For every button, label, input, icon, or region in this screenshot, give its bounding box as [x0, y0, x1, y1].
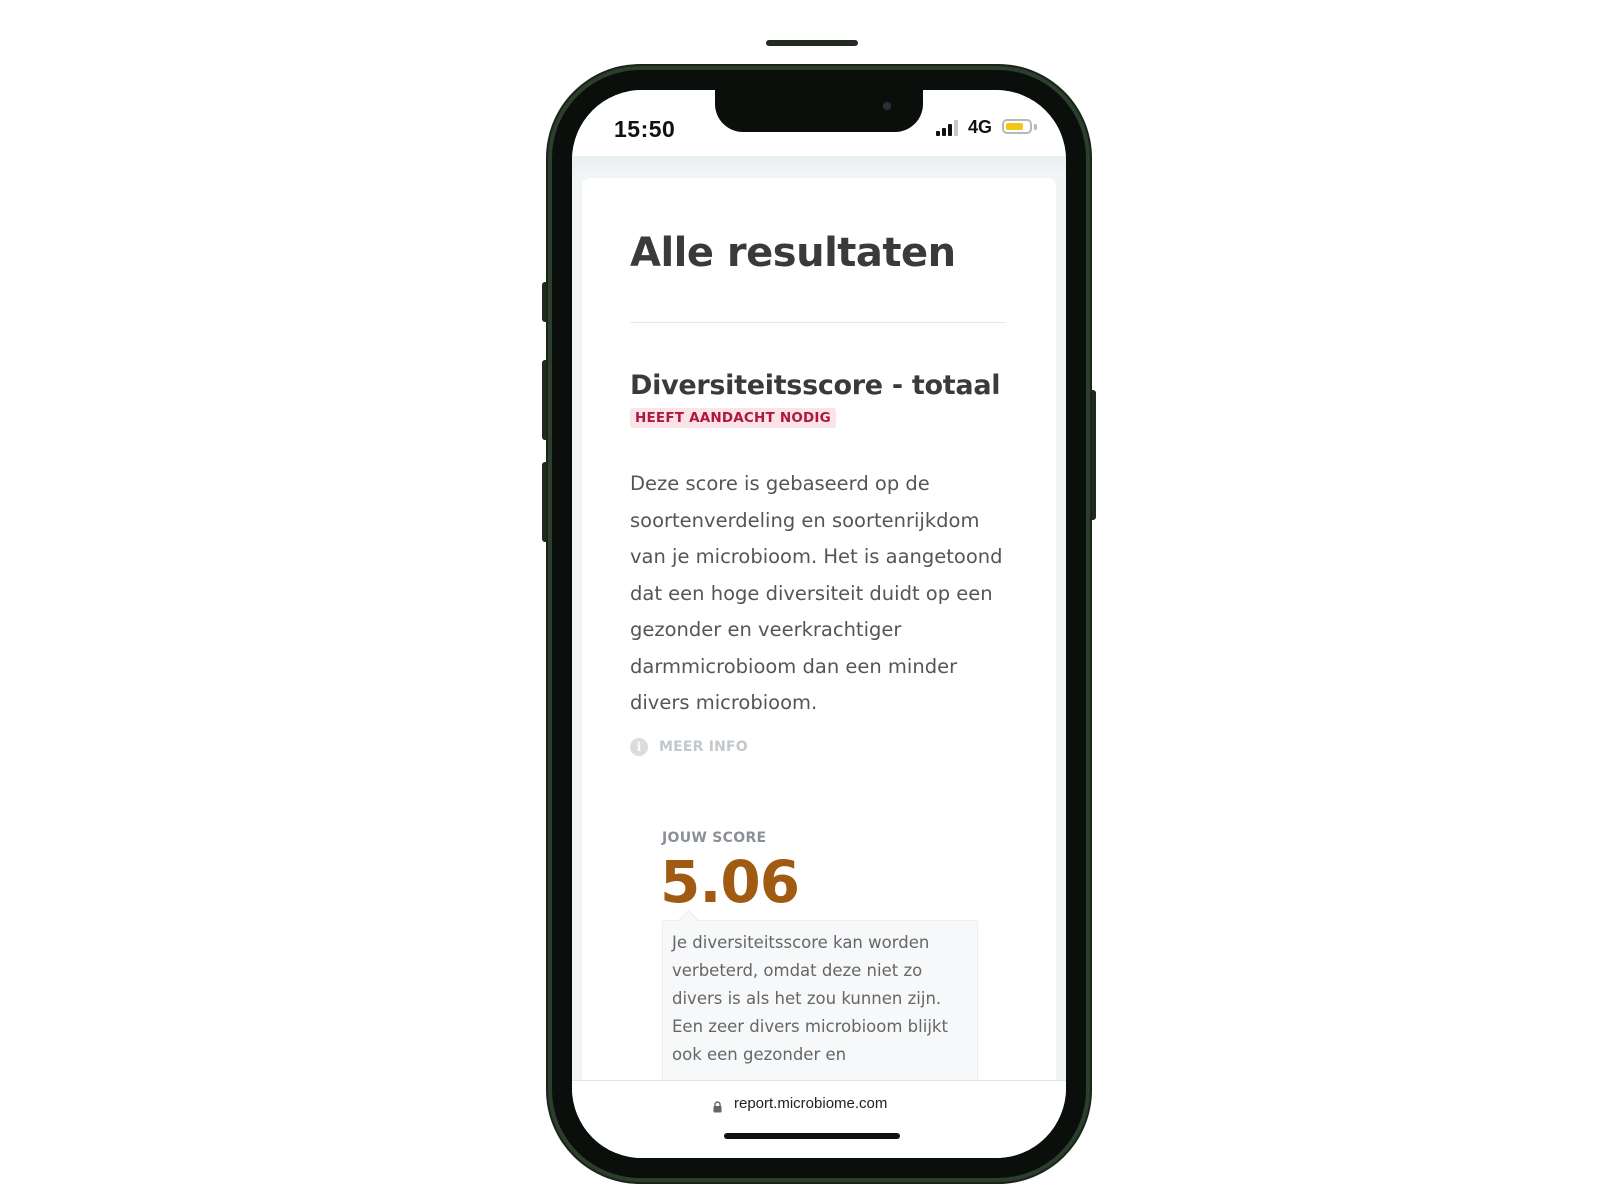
network-type: 4G — [968, 117, 993, 137]
section-title: Diversiteitsscore - totaal — [630, 370, 1001, 401]
score-label: JOUW SCORE — [662, 830, 767, 846]
url-text[interactable]: report.microbiome.com — [734, 1095, 887, 1112]
results-card: Alle resultaten Diversiteitsscore - tota… — [582, 178, 1056, 1158]
battery-tip — [1034, 124, 1037, 130]
stage: 15:50 4G Alle resultaten Diversiteitssco… — [0, 0, 1600, 1200]
earpiece-speaker — [766, 40, 858, 46]
score-value: 5.06 — [660, 848, 800, 916]
battery-icon — [1002, 119, 1032, 134]
signal-bars-icon — [936, 120, 962, 136]
notch — [715, 90, 923, 132]
front-camera — [883, 102, 891, 110]
browser-url-bar[interactable]: report.microbiome.com — [572, 1080, 1066, 1158]
page-title: Alle resultaten — [630, 230, 956, 276]
home-indicator[interactable] — [724, 1133, 900, 1139]
score-explanation-box: Je diversiteitsscore kan worden verbeter… — [662, 920, 978, 1100]
phone-frame: 15:50 4G Alle resultaten Diversiteitssco… — [548, 40, 1090, 1182]
battery-fill — [1006, 123, 1023, 130]
more-info-link[interactable]: i MEER INFO — [630, 738, 748, 756]
score-explanation: Je diversiteitsscore kan worden verbeter… — [672, 933, 948, 1064]
info-icon: i — [630, 738, 648, 756]
title-divider — [630, 322, 1006, 323]
content-shadow — [572, 156, 1066, 176]
status-badge: HEEFT AANDACHT NODIG — [630, 408, 836, 428]
section-description: Deze score is gebaseerd op de soortenver… — [630, 472, 1003, 714]
more-info-label: MEER INFO — [659, 739, 748, 755]
phone-screen: 15:50 4G Alle resultaten Diversiteitssco… — [572, 90, 1066, 1158]
status-time: 15:50 — [614, 116, 676, 142]
lock-icon — [713, 1101, 722, 1113]
